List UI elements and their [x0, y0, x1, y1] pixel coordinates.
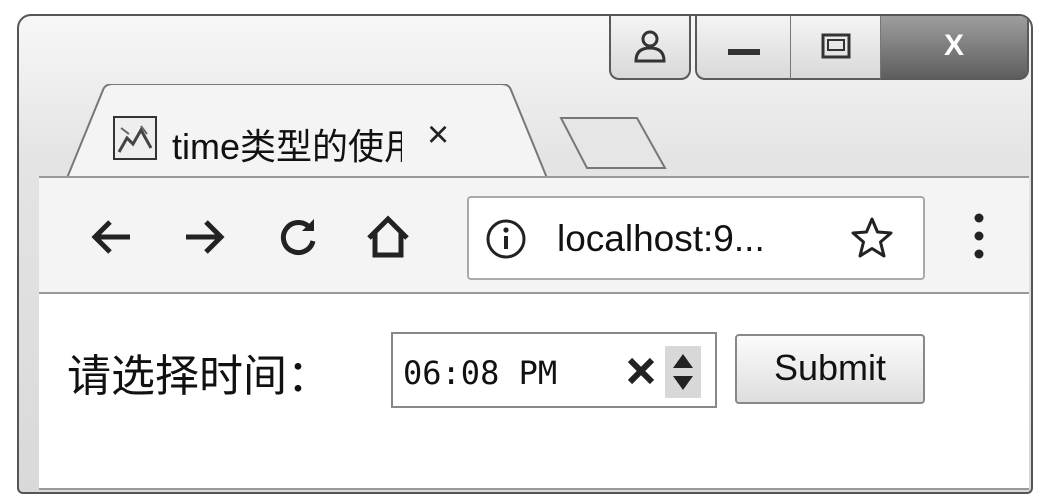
clear-icon[interactable]	[625, 352, 657, 388]
page-favicon-icon	[113, 116, 157, 160]
back-button[interactable]	[83, 208, 141, 266]
tab-close-icon[interactable]: ×	[427, 114, 449, 157]
tab-strip: time类型的使用 ×	[19, 76, 1031, 178]
window-caption-buttons: X	[609, 16, 1029, 84]
maximize-icon	[821, 33, 850, 59]
home-button[interactable]	[359, 208, 417, 266]
back-arrow-icon	[91, 220, 130, 254]
browser-window: X time类型的使用 × localhost:9... 请选择时间： 06:0…	[17, 14, 1033, 494]
home-icon	[367, 215, 409, 258]
browser-toolbar: localhost:9...	[39, 176, 1029, 294]
submit-button[interactable]: Submit	[735, 334, 925, 404]
time-value: 06:08 PM	[403, 354, 558, 392]
url-text: localhost:9...	[557, 218, 765, 259]
reload-button[interactable]	[269, 208, 327, 266]
info-icon[interactable]	[485, 218, 527, 260]
minimize-button[interactable]	[695, 16, 791, 80]
maximize-button[interactable]	[791, 16, 881, 80]
forward-button[interactable]	[175, 208, 233, 266]
more-vertical-icon	[974, 213, 984, 259]
tab-active[interactable]: time类型的使用 ×	[67, 84, 547, 178]
bookmark-star-icon[interactable]	[849, 215, 895, 261]
close-icon: X	[943, 29, 964, 62]
minimize-icon	[727, 49, 760, 55]
page-content: 请选择时间： 06:08 PM Submit	[39, 294, 1029, 490]
tab-title: time类型的使用	[172, 126, 402, 167]
profile-button[interactable]	[609, 16, 691, 80]
forward-arrow-icon	[186, 220, 225, 254]
close-window-button[interactable]: X	[881, 16, 1029, 80]
new-tab-button[interactable]	[559, 114, 669, 172]
menu-button[interactable]	[959, 206, 999, 266]
time-input[interactable]: 06:08 PM	[391, 332, 717, 408]
user-icon	[634, 30, 666, 63]
address-bar[interactable]: localhost:9...	[467, 196, 925, 280]
spinner-up-down-icon	[673, 354, 693, 390]
time-spinner[interactable]	[665, 346, 701, 398]
time-label: 请选择时间：	[67, 351, 331, 402]
reload-icon	[280, 219, 316, 255]
